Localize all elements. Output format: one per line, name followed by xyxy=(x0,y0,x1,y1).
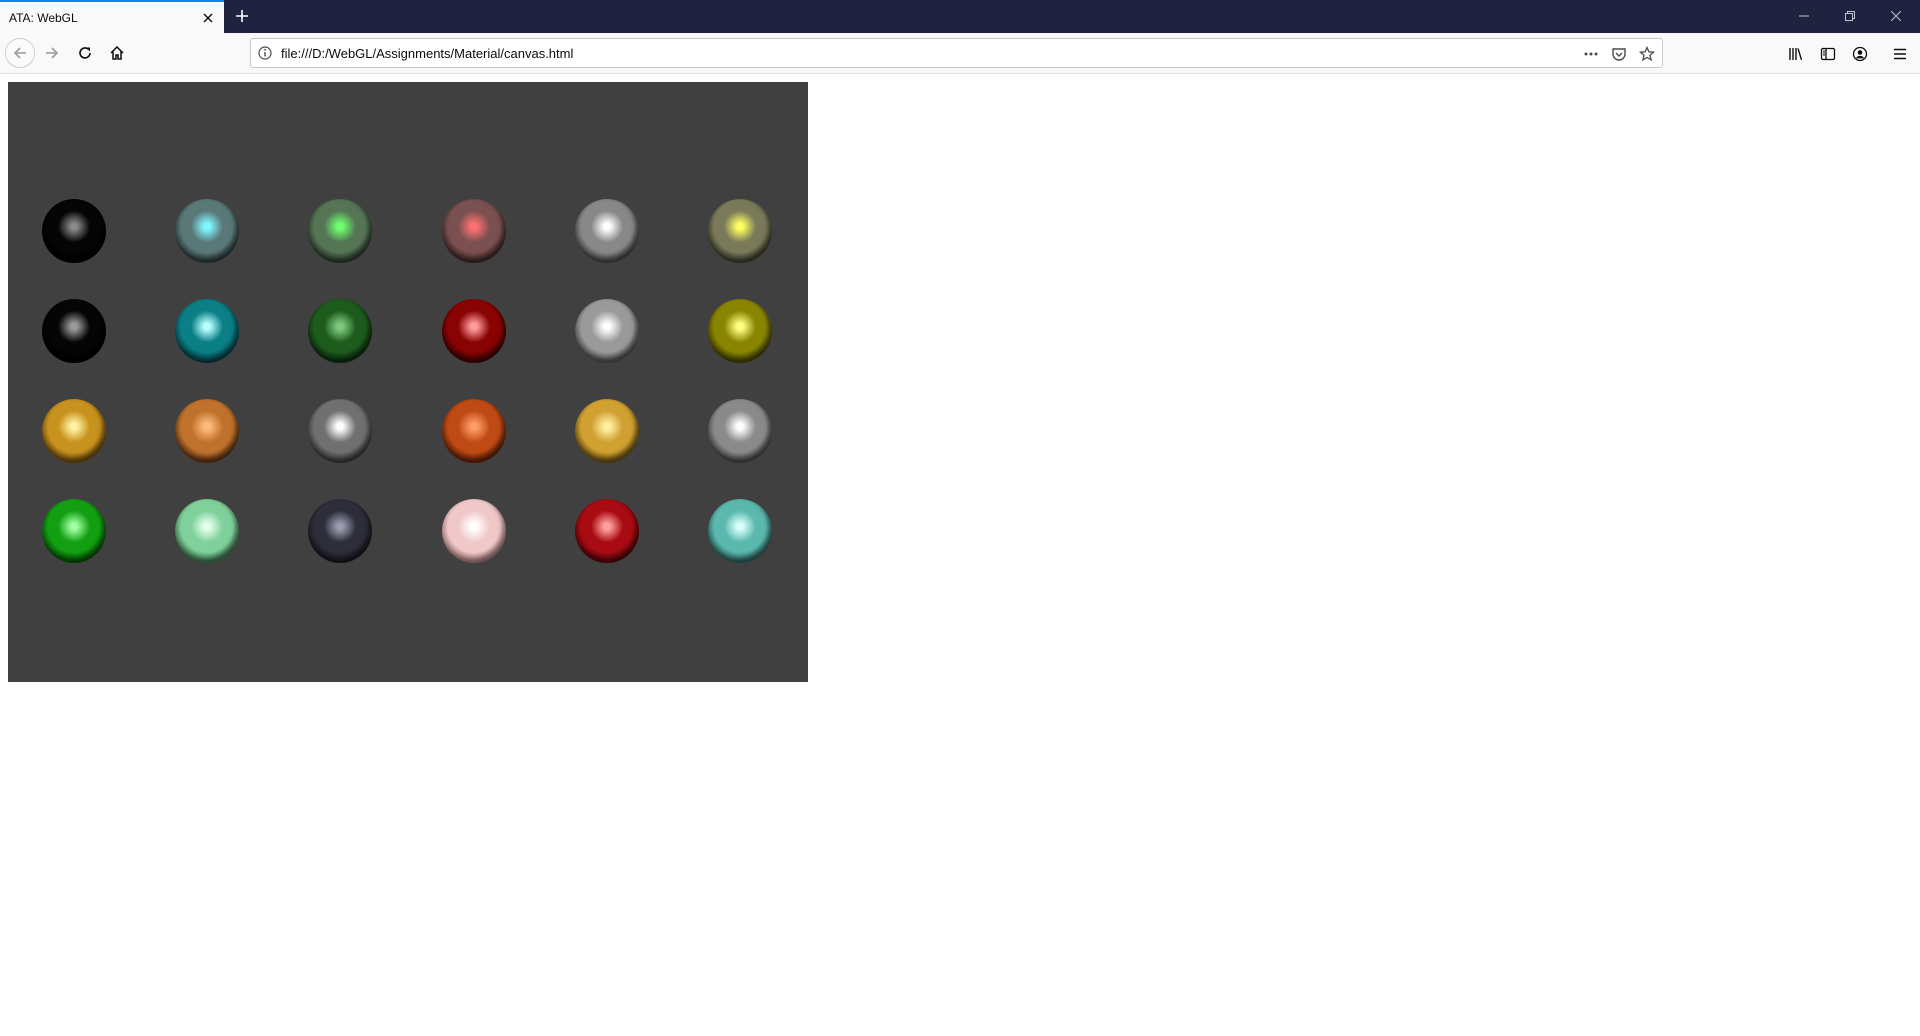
material-sphere xyxy=(708,299,772,363)
url-bar[interactable]: file:///D:/WebGL/Assignments/Material/ca… xyxy=(250,38,1663,68)
material-sphere xyxy=(308,399,372,463)
plus-icon[interactable] xyxy=(230,4,254,28)
material-sphere xyxy=(42,299,106,363)
material-sphere xyxy=(175,199,239,263)
material-sphere xyxy=(575,399,639,463)
material-sphere xyxy=(42,499,106,563)
reload-icon[interactable] xyxy=(70,38,100,68)
tab-active[interactable]: ATA: WebGL xyxy=(0,0,224,33)
material-sphere xyxy=(575,199,639,263)
restore-icon[interactable] xyxy=(1827,0,1873,32)
material-sphere xyxy=(175,299,239,363)
info-icon[interactable] xyxy=(257,45,273,61)
material-sphere xyxy=(308,199,372,263)
pocket-icon[interactable] xyxy=(1608,43,1630,65)
material-sphere xyxy=(575,499,639,563)
material-sphere xyxy=(442,399,506,463)
navigation-toolbar: file:///D:/WebGL/Assignments/Material/ca… xyxy=(0,33,1920,74)
material-sphere xyxy=(575,299,639,363)
tab-strip: ATA: WebGL xyxy=(0,0,1920,33)
tab-title: ATA: WebGL xyxy=(9,11,78,25)
material-sphere xyxy=(308,499,372,563)
material-sphere xyxy=(175,499,239,563)
material-sphere xyxy=(442,499,506,563)
close-icon[interactable] xyxy=(198,8,218,28)
material-sphere xyxy=(708,499,772,563)
library-icon[interactable] xyxy=(1783,41,1809,67)
home-icon[interactable] xyxy=(102,38,132,68)
ellipsis-icon[interactable] xyxy=(1580,43,1602,65)
material-sphere xyxy=(708,399,772,463)
material-sphere xyxy=(175,399,239,463)
material-sphere xyxy=(442,299,506,363)
material-sphere xyxy=(308,299,372,363)
webgl-canvas[interactable] xyxy=(8,82,808,682)
star-icon[interactable] xyxy=(1636,43,1658,65)
arrow-left-icon[interactable] xyxy=(5,38,35,68)
sidebar-icon[interactable] xyxy=(1815,41,1841,67)
arrow-right-icon[interactable] xyxy=(37,38,67,68)
hamburger-icon[interactable] xyxy=(1887,41,1913,67)
material-sphere xyxy=(42,199,106,263)
close-icon[interactable] xyxy=(1873,0,1919,32)
material-sphere xyxy=(708,199,772,263)
material-sphere xyxy=(442,199,506,263)
url-text[interactable]: file:///D:/WebGL/Assignments/Material/ca… xyxy=(281,46,573,61)
minimize-icon[interactable] xyxy=(1781,0,1827,32)
material-sphere xyxy=(42,399,106,463)
account-icon[interactable] xyxy=(1847,41,1873,67)
